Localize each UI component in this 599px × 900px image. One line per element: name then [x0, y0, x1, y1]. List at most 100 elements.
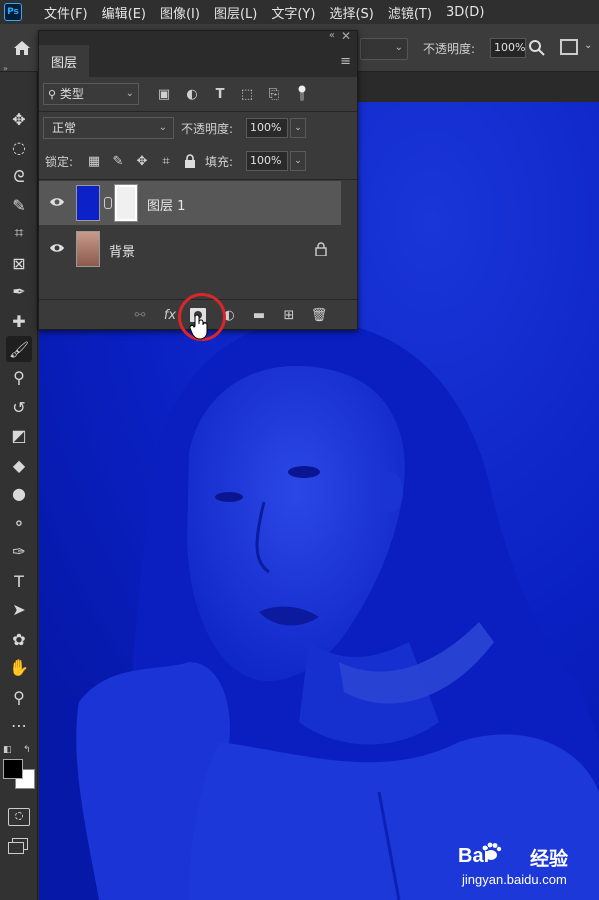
default-colors-icon[interactable]: ◧	[3, 745, 12, 755]
filter-type-label: 类型	[59, 87, 84, 101]
paw-icon	[482, 842, 502, 860]
brush-tool[interactable]: 🖌	[6, 336, 32, 362]
pen-tool[interactable]: ✑	[6, 538, 32, 564]
paint-bucket-tool[interactable]: ◆	[6, 452, 32, 478]
stamp-tool[interactable]: ⚲	[6, 364, 32, 390]
layer-name[interactable]: 背景	[109, 241, 135, 260]
custom-shape-tool[interactable]: ✿	[6, 626, 32, 652]
eraser-tool[interactable]: ◩	[6, 422, 32, 448]
lasso-tool[interactable]: ᘓ	[6, 164, 32, 190]
lock-artboard-icon[interactable]: ⌗	[157, 152, 175, 170]
collapse-panel-icon[interactable]: «	[329, 30, 335, 41]
layer-filter-select[interactable]: ⚲ 类型 ⌄	[43, 83, 139, 105]
blur-tool[interactable]: ●	[6, 480, 32, 506]
home-icon[interactable]	[12, 38, 34, 60]
link-layers-icon[interactable]: ⚯	[131, 306, 149, 324]
history-brush-tool[interactable]: ↺	[6, 394, 32, 420]
menu-filter[interactable]: 滤镜(T)	[388, 3, 432, 22]
workspace-icon[interactable]	[560, 39, 578, 55]
move-icon: ✥	[12, 109, 26, 129]
color-swatches[interactable]: ◧ ↰	[3, 745, 35, 789]
healing-icon: ✚	[12, 311, 26, 331]
opacity-label: 不透明度:	[181, 122, 234, 136]
adjustment-filter-icon[interactable]: ◐	[183, 85, 201, 103]
layer-row-background[interactable]: 背景	[39, 227, 341, 271]
menu-select[interactable]: 选择(S)	[329, 3, 373, 22]
screen-mode-icon[interactable]	[8, 838, 30, 854]
menu-image[interactable]: 图像(I)	[160, 3, 200, 22]
dodge-tool[interactable]: ⚬	[6, 510, 32, 536]
menu-type[interactable]: 文字(Y)	[271, 3, 315, 22]
eye-icon[interactable]	[49, 240, 65, 256]
shape-filter-icon[interactable]: ⬚	[238, 85, 256, 103]
quick-select-tool[interactable]: ✎	[6, 192, 32, 218]
chevron-down-icon[interactable]: ⌄	[290, 151, 306, 171]
mores-icon: ⋯	[11, 715, 27, 735]
smart-object-filter-icon[interactable]: ⎘	[265, 85, 283, 103]
hand-tool[interactable]: ✋	[6, 654, 32, 680]
panel-menu-icon[interactable]: ≡	[340, 54, 351, 69]
close-icon[interactable]: ✕	[341, 29, 351, 43]
link-icon[interactable]	[104, 197, 112, 209]
eye-icon[interactable]	[49, 194, 65, 210]
swap-colors-icon[interactable]: ↰	[23, 745, 31, 755]
move-tool[interactable]: ✥	[6, 106, 32, 132]
opacity-input[interactable]: 100%	[246, 118, 288, 138]
path-select-icon: ➤	[12, 599, 26, 619]
new-layer-icon[interactable]: ⊞	[280, 306, 298, 324]
layer-row-layer1[interactable]: 图层 1	[39, 181, 341, 225]
quick-mask-icon[interactable]	[8, 808, 30, 826]
fx-icon[interactable]: fx	[161, 306, 179, 324]
lock-icon	[315, 241, 327, 257]
healing-tool[interactable]: ✚	[6, 308, 32, 334]
crop-tool[interactable]: ⌗	[6, 220, 32, 246]
marquee-tool[interactable]: ◌	[6, 134, 32, 160]
lock-pixels-icon[interactable]: ✎	[109, 152, 127, 170]
filter-toggle-icon[interactable]	[293, 85, 311, 103]
lock-label: 锁定:	[45, 155, 74, 169]
lasso-icon: ᘓ	[13, 167, 25, 186]
expand-toolbar-icon[interactable]: »	[0, 64, 38, 73]
options-dropdown[interactable]: ⌄	[360, 38, 408, 60]
eyedropper-tool[interactable]: ✒	[6, 278, 32, 304]
tab-layers[interactable]: 图层	[39, 45, 89, 77]
pen-icon: ✑	[12, 541, 26, 561]
frame-tool[interactable]: ⊠	[6, 250, 32, 276]
type-tool[interactable]: T	[6, 568, 32, 594]
crop-icon: ⌗	[14, 223, 24, 242]
text-filter-icon[interactable]: T	[211, 85, 229, 103]
search-icon[interactable]	[528, 39, 546, 57]
new-group-icon[interactable]: ▬	[250, 306, 268, 324]
menu-3d[interactable]: 3D(D)	[446, 5, 484, 20]
menu-edit[interactable]: 编辑(E)	[102, 3, 146, 22]
chevron-down-icon: ⌄	[125, 88, 134, 99]
pixel-filter-icon[interactable]: ▣	[155, 85, 173, 103]
zoom-tool[interactable]: ⚲	[6, 684, 32, 710]
lock-transparent-icon[interactable]: ▦	[85, 152, 103, 170]
fill-input[interactable]: 100%	[246, 151, 288, 171]
foreground-color-swatch[interactable]	[3, 759, 23, 779]
stamp-icon: ⚲	[13, 367, 25, 387]
delete-layer-icon[interactable]: 🗑	[310, 306, 328, 324]
hand-cursor-icon	[189, 314, 211, 340]
more-tools[interactable]: ⋯	[6, 712, 32, 738]
blend-row: 正常 ⌄ 不透明度: 100% ⌄	[43, 117, 355, 141]
blend-mode-select[interactable]: 正常 ⌄	[43, 117, 174, 139]
photoshop-logo: Ps	[4, 3, 22, 21]
menu-layer[interactable]: 图层(L)	[214, 3, 257, 22]
lock-position-icon[interactable]: ✥	[133, 152, 151, 170]
watermark-url: jingyan.baidu.com	[462, 872, 567, 887]
layer-mask-thumbnail[interactable]	[114, 184, 138, 222]
menu-file[interactable]: 文件(F)	[44, 3, 88, 22]
chevron-down-icon[interactable]: ⌄	[584, 40, 592, 51]
lock-row: 锁定: ▦ ✎ ✥ ⌗ 填充: 100% ⌄	[43, 150, 355, 174]
chevron-down-icon[interactable]: ⌄	[290, 118, 306, 138]
options-opacity-label: 不透明度:	[423, 42, 476, 56]
layer-name[interactable]: 图层 1	[147, 195, 185, 214]
frame-icon: ⊠	[12, 253, 26, 273]
menu-bar: Ps 文件(F) 编辑(E) 图像(I) 图层(L) 文字(Y) 选择(S) 滤…	[0, 0, 599, 24]
path-select-tool[interactable]: ➤	[6, 596, 32, 622]
options-opacity-input[interactable]: 100%	[490, 38, 526, 58]
lock-all-icon[interactable]	[181, 152, 199, 170]
baidu-watermark: Bai 经验 jingyan.baidu.com	[458, 836, 598, 892]
